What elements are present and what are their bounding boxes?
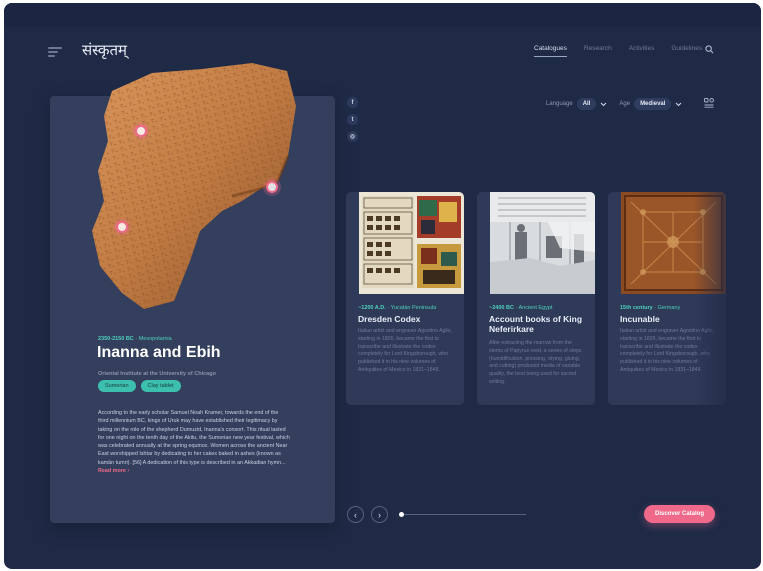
hero-institution: Oriental Institute at the University of … (98, 371, 216, 377)
catalog-card-dresden-codex[interactable]: ~1200 A.D. · Yucatán Peninsula Dresden C… (346, 192, 464, 405)
search-icon[interactable] (705, 45, 714, 54)
hotspot-marker-2[interactable] (266, 181, 278, 193)
card-description: After extracting the marrow from the ste… (489, 340, 582, 385)
age-chevron-down-icon[interactable] (675, 102, 682, 107)
hero-title: Inanna and Ebih (97, 344, 221, 361)
card-title: Account books of King Neferirkare (489, 314, 583, 334)
instagram-icon[interactable]: ◎ (347, 131, 358, 142)
catalog-card-incunable[interactable]: 15th century · Germany Incunable Italian… (608, 192, 726, 405)
app-frame: संस्कृतम् Catalogues Research Activities… (4, 3, 761, 569)
language-filter-label: Language (546, 101, 573, 107)
card-date: ~1200 A.D. (358, 305, 386, 311)
nav-catalogues[interactable]: Catalogues (534, 45, 567, 57)
hero-date: 2350-2150 BC (98, 336, 134, 342)
card-title: Incunable (620, 314, 660, 324)
facebook-icon[interactable]: f (347, 97, 358, 108)
read-more-link[interactable]: Read more › (98, 468, 129, 474)
hero-tags: Sumerian Clay tablet (98, 380, 181, 392)
card-place: Yucatán Peninsula (390, 305, 437, 311)
social-links: f t ◎ (347, 97, 358, 142)
tag-clay-tablet[interactable]: Clay tablet (140, 380, 181, 392)
hotspot-marker-3[interactable] (116, 221, 128, 233)
nav-research[interactable]: Research (584, 45, 612, 57)
hotspot-marker-1[interactable] (135, 125, 147, 137)
discover-catalog-button[interactable]: Discover Catalog (644, 505, 715, 523)
brand-logo[interactable]: संस्कृतम् (82, 40, 127, 60)
carousel-next-button[interactable]: › (371, 506, 388, 523)
incunable-image (621, 192, 726, 294)
catalog-card-neferirkare[interactable]: ~2400 BC · Ancient Egypt Account books o… (477, 192, 595, 405)
hero-description: According to the early scholar Samuel No… (98, 409, 290, 475)
card-meta: ~1200 A.D. · Yucatán Peninsula (358, 305, 436, 311)
card-date: ~2400 BC (489, 305, 514, 311)
dresden-codex-image (359, 192, 464, 294)
card-place: Ancient Egypt (518, 305, 553, 311)
hamburger-menu-icon[interactable] (48, 47, 62, 57)
card-date: 15th century (620, 305, 653, 311)
hero-meta: 2350-2150 BC · Mesopotamia (98, 336, 172, 342)
twitter-icon[interactable]: t (347, 114, 358, 125)
filter-bar: Language All Age Medieval (546, 98, 694, 110)
carousel-progress-track[interactable] (399, 512, 526, 517)
top-band (4, 3, 761, 27)
hero-description-text: According to the early scholar Samuel No… (98, 410, 290, 466)
age-filter-value[interactable]: Medieval (634, 98, 672, 110)
language-chevron-down-icon[interactable] (600, 102, 607, 107)
card-meta: ~2400 BC · Ancient Egypt (489, 305, 552, 311)
filter-settings-icon[interactable] (704, 98, 714, 108)
carousel-prev-button[interactable]: ‹ (347, 506, 364, 523)
card-meta: 15th century · Germany (620, 305, 680, 311)
card-title: Dresden Codex (358, 314, 421, 324)
age-filter-label: Age (619, 101, 631, 107)
card-description: Italian artist and engraver Agostino Agl… (358, 328, 453, 373)
hero-place: Mesopotamia (138, 336, 172, 342)
main-nav: Catalogues Research Activities Guideline… (534, 45, 702, 57)
card-place: Germany (657, 305, 681, 311)
tag-sumerian[interactable]: Sumerian (98, 380, 136, 392)
nav-guidelines[interactable]: Guidelines (671, 45, 702, 57)
nav-activities[interactable]: Activities (629, 45, 655, 57)
account-books-image (490, 192, 595, 294)
language-filter-value[interactable]: All (576, 98, 597, 110)
card-description: Italian artist and engraver Agostino Agl… (620, 328, 715, 373)
carousel-progress-thumb[interactable] (399, 512, 404, 517)
